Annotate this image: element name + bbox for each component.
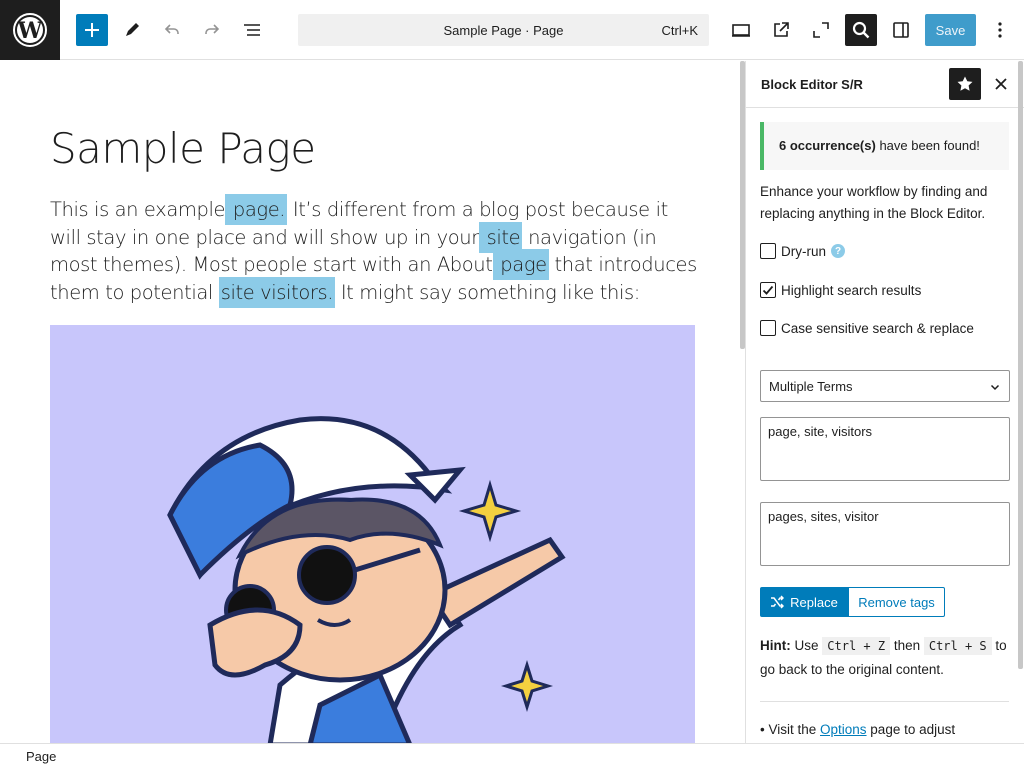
highlighted-match: page bbox=[492, 249, 549, 280]
mode-select[interactable]: Multiple Terms bbox=[760, 370, 1010, 402]
visit-suffix: page to adjust bbox=[866, 722, 956, 737]
help-icon[interactable]: ? bbox=[831, 244, 846, 258]
fullscreen-icon bbox=[813, 22, 829, 38]
redo-button[interactable] bbox=[196, 14, 228, 46]
highlighted-match: site bbox=[478, 221, 523, 253]
hint-fragment: then bbox=[890, 638, 924, 653]
tools-button[interactable] bbox=[116, 14, 148, 46]
more-vertical-icon bbox=[998, 22, 1002, 38]
star-icon bbox=[957, 76, 973, 91]
undo-shortcut: Ctrl + Z bbox=[822, 637, 891, 655]
wordpress-logo-icon[interactable]: W bbox=[0, 0, 60, 60]
content-paragraph[interactable]: This is an example page. It’s different … bbox=[50, 194, 700, 308]
list-view-icon bbox=[244, 24, 260, 36]
pin-plugin-button[interactable] bbox=[949, 68, 981, 100]
settings-sidebar-button[interactable] bbox=[885, 14, 917, 46]
hint-label: Hint: bbox=[760, 638, 791, 653]
editor-header: W Sample Page · Page Ctrl+K Save bbox=[0, 0, 1024, 60]
options-menu-button[interactable] bbox=[984, 14, 1016, 46]
highlighted-match: page. bbox=[225, 194, 288, 225]
page-title[interactable]: Sample Page bbox=[50, 124, 316, 173]
occurrence-count: 6 occurrence(s) bbox=[779, 138, 876, 153]
undo-button[interactable] bbox=[156, 14, 188, 46]
highlight-checkbox[interactable] bbox=[760, 282, 776, 298]
checkmark-icon bbox=[762, 285, 774, 295]
block-breadcrumb: Page bbox=[0, 743, 1024, 768]
command-shortcut: Ctrl+K bbox=[661, 23, 698, 38]
highlighted-match: site visitors. bbox=[218, 276, 336, 308]
replace-label: Replace bbox=[790, 594, 838, 610]
options-link[interactable]: Options bbox=[820, 722, 867, 737]
redo-icon bbox=[205, 24, 220, 34]
dry-run-option[interactable]: Dry-run ? bbox=[760, 243, 846, 259]
add-block-button[interactable] bbox=[76, 14, 108, 46]
highlight-option[interactable]: Highlight search results bbox=[760, 282, 921, 298]
plugin-sidebar: Block Editor S/R 6 occurrence(s) have be… bbox=[745, 61, 1024, 743]
save-button[interactable]: Save bbox=[925, 14, 976, 46]
case-sensitive-label: Case sensitive search & replace bbox=[781, 320, 974, 336]
image-block[interactable] bbox=[50, 325, 695, 743]
pencil-icon bbox=[126, 23, 139, 36]
options-note: • Visit the Options page to adjust bbox=[760, 722, 1012, 737]
search-replace-button[interactable] bbox=[845, 14, 877, 46]
dry-run-label: Dry-run bbox=[781, 243, 827, 259]
plus-icon bbox=[85, 23, 99, 37]
hint-fragment: Use bbox=[790, 638, 823, 653]
plugin-description: Enhance your workflow by finding and rep… bbox=[760, 184, 988, 221]
view-page-button[interactable] bbox=[765, 14, 797, 46]
search-icon bbox=[852, 21, 870, 39]
notice-text: have been found! bbox=[875, 138, 980, 153]
hint-text: Hint: Use Ctrl + Z then Ctrl + S to go b… bbox=[760, 634, 1012, 681]
paragraph-text: It might say something like this: bbox=[335, 280, 641, 304]
sidebar-icon bbox=[893, 22, 909, 38]
sidebar-scrollbar[interactable] bbox=[1018, 61, 1023, 669]
fullscreen-button[interactable] bbox=[805, 14, 837, 46]
divider bbox=[760, 701, 1009, 702]
case-sensitive-option[interactable]: Case sensitive search & replace bbox=[760, 320, 974, 336]
breadcrumb-item[interactable]: Page bbox=[26, 749, 56, 764]
search-terms-textarea[interactable]: page, site, visitors bbox=[760, 417, 1010, 481]
replace-terms-textarea[interactable]: pages, sites, visitor bbox=[760, 502, 1010, 566]
command-label: Sample Page · Page bbox=[443, 22, 564, 38]
results-notice: 6 occurrence(s) have been found! bbox=[760, 122, 1009, 170]
action-buttons: Replace Remove tags bbox=[760, 587, 945, 617]
sidebar-title: Block Editor S/R bbox=[761, 77, 863, 92]
editor-canvas: Sample Page This is an example page. It’… bbox=[0, 61, 741, 743]
replace-button[interactable]: Replace bbox=[760, 587, 848, 617]
undo-icon bbox=[164, 24, 179, 34]
paragraph-text: This is an example bbox=[50, 198, 226, 221]
document-overview-button[interactable] bbox=[236, 14, 268, 46]
dry-run-checkbox[interactable] bbox=[760, 243, 776, 259]
shuffle-icon bbox=[771, 595, 785, 609]
sidebar-header: Block Editor S/R bbox=[746, 61, 1024, 108]
highlight-label: Highlight search results bbox=[781, 282, 922, 298]
chevron-down-icon bbox=[990, 384, 1000, 391]
dabbing-boy-illustration bbox=[167, 416, 566, 743]
preview-device-button[interactable] bbox=[725, 14, 757, 46]
command-palette-button[interactable]: Sample Page · Page Ctrl+K bbox=[298, 14, 709, 46]
case-sensitive-checkbox[interactable] bbox=[760, 320, 776, 336]
mode-select-value: Multiple Terms bbox=[769, 379, 853, 394]
close-sidebar-button[interactable] bbox=[989, 68, 1013, 100]
external-link-icon bbox=[774, 22, 789, 37]
save-shortcut: Ctrl + S bbox=[923, 637, 992, 655]
svg-text:W: W bbox=[17, 18, 43, 44]
close-icon bbox=[995, 78, 1007, 90]
desktop-icon bbox=[732, 24, 750, 37]
remove-tags-button[interactable]: Remove tags bbox=[848, 587, 945, 617]
visit-prefix: • Visit the bbox=[760, 722, 821, 737]
